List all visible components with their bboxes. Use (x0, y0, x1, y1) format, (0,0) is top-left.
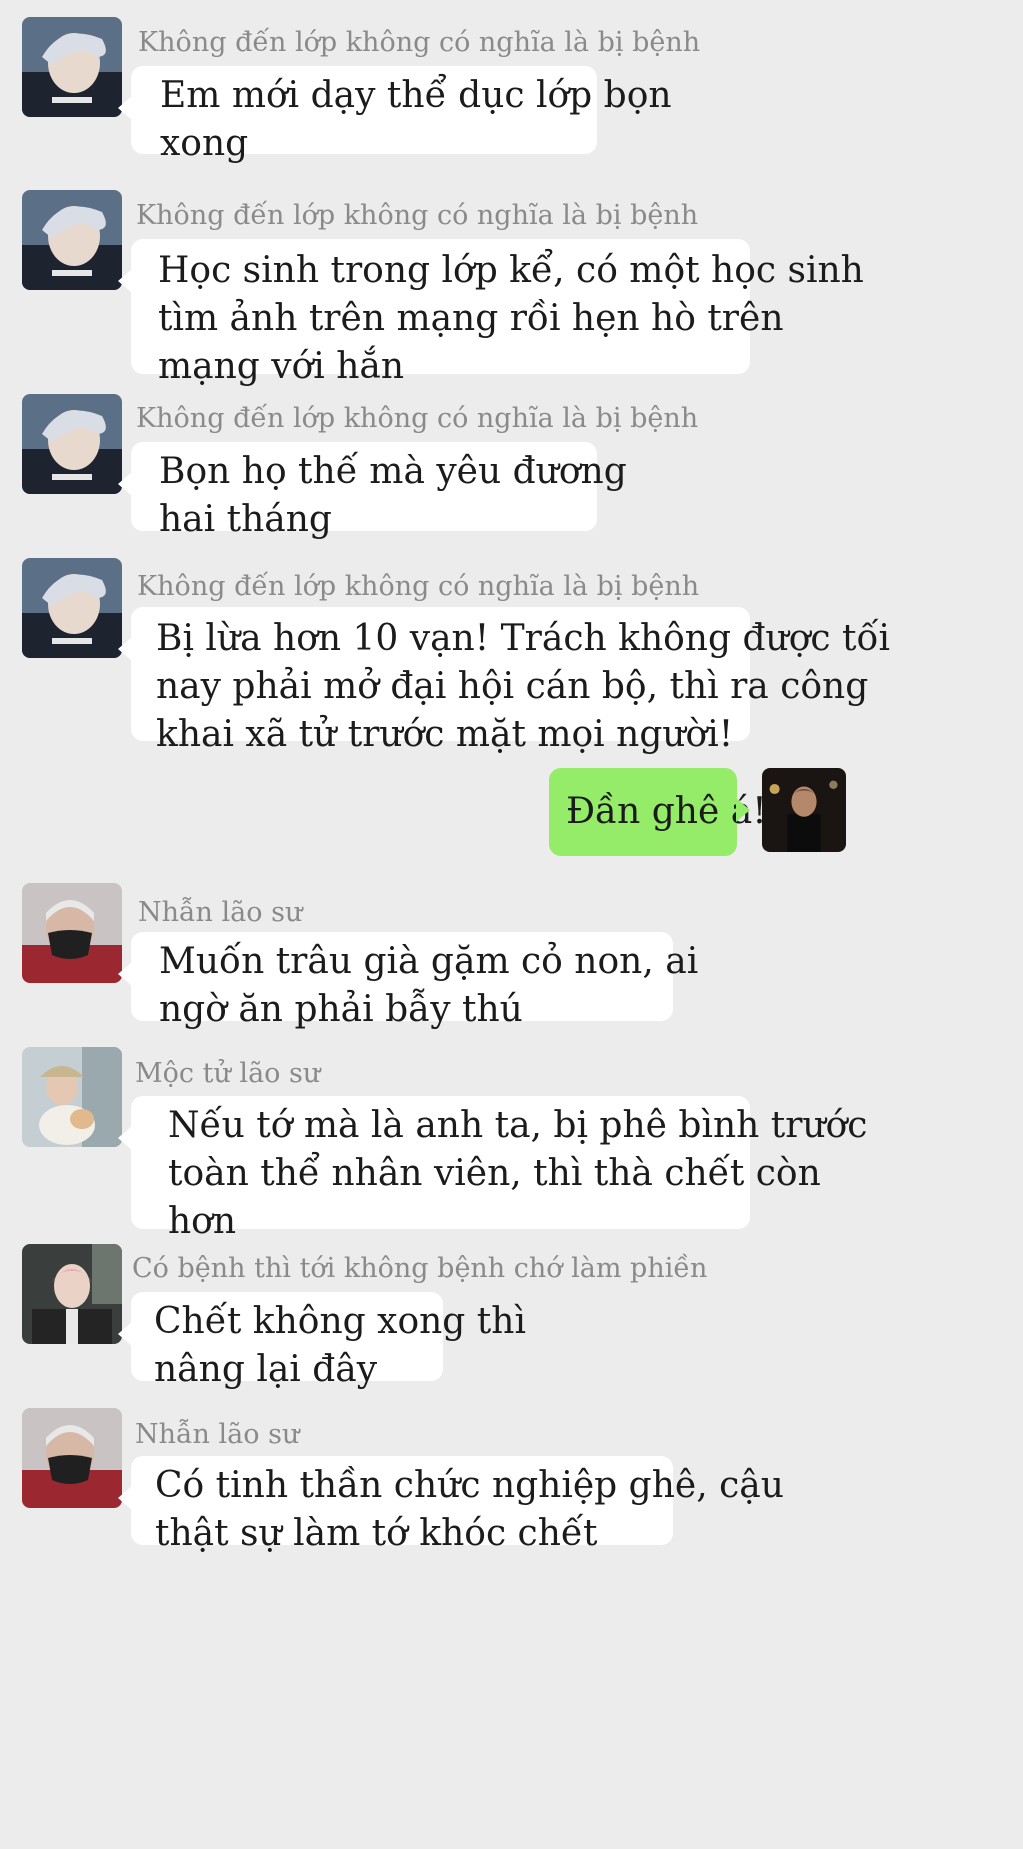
message-text: tìm ảnh trên mạng rồi hẹn hò trên (158, 298, 784, 339)
message-bubble[interactable]: Em mới dạy thể dục lớp bọn xong (118, 66, 672, 164)
message-text: khai xã tử trước mặt mọi người! (156, 714, 734, 755)
message-text: Nếu tớ mà là anh ta, bị phê bình trước (168, 1105, 868, 1146)
message-bubble[interactable]: Chết không xong thì nâng lại đây (118, 1292, 526, 1390)
message-text: hơn (168, 1201, 237, 1242)
message-text: Học sinh trong lớp kể, có một học sinh (158, 250, 864, 291)
message-text: toàn thể nhân viên, thì thà chết còn (168, 1153, 821, 1194)
message-text: Bọn họ thế mà yêu đương (159, 451, 627, 492)
sender-name: Nhẫn lão sư (135, 1419, 300, 1450)
avatar-silver-hair[interactable] (22, 558, 122, 658)
message-text: nâng lại đây (154, 1349, 378, 1390)
message-text: Chết không xong thì (154, 1301, 526, 1342)
avatar-silver-hair[interactable] (22, 190, 122, 290)
message-text: Có tinh thần chức nghiệp ghê, cậu (155, 1465, 784, 1506)
message-text: nay phải mở đại hội cán bộ, thì ra công (156, 666, 869, 707)
message-bubble[interactable]: Bị lừa hơn 10 vạn! Trách không được tối … (118, 607, 890, 755)
avatar-silver-hair[interactable] (22, 394, 122, 494)
sender-name: Không đến lớp không có nghĩa là bị bệnh (136, 200, 699, 231)
sender-name: Có bệnh thì tới không bệnh chớ làm phiền (132, 1253, 708, 1284)
avatar-cat-hat[interactable] (22, 1047, 122, 1147)
sender-name: Mộc tử lão sư (135, 1058, 321, 1089)
message-bubble[interactable]: Muốn trâu già gặm cỏ non, ai ngờ ăn phải… (118, 932, 699, 1030)
message-bubble[interactable]: Có tinh thần chức nghiệp ghê, cậu thật s… (118, 1456, 784, 1554)
message-text: Em mới dạy thể dục lớp bọn (160, 75, 672, 116)
avatar-silver-hair[interactable] (22, 17, 122, 117)
avatar-masked-face[interactable] (22, 1408, 122, 1508)
avatar-pink-hair[interactable] (22, 1244, 122, 1344)
avatar-masked-face[interactable] (22, 883, 122, 983)
message-bubble[interactable]: Học sinh trong lớp kể, có một học sinh t… (118, 239, 864, 387)
message-text: Đần ghê á! (566, 791, 767, 832)
sender-name: Không đến lớp không có nghĩa là bị bệnh (138, 27, 701, 58)
message-text: ngờ ăn phải bẫy thú (159, 989, 523, 1030)
message-bubble-mine[interactable]: Đần ghê á! (549, 768, 767, 856)
message-bubble[interactable]: Bọn họ thế mà yêu đương hai tháng (118, 442, 627, 540)
message-text: xong (160, 123, 249, 164)
sender-name: Nhẫn lão sư (138, 897, 303, 928)
sender-name: Không đến lớp không có nghĩa là bị bệnh (136, 403, 699, 434)
message-text: thật sự làm tớ khóc chết (155, 1513, 598, 1554)
avatar-night-portrait[interactable] (762, 768, 846, 852)
message-text: Muốn trâu già gặm cỏ non, ai (159, 941, 699, 982)
message-text: Bị lừa hơn 10 vạn! Trách không được tối (156, 618, 890, 659)
message-text: hai tháng (159, 499, 332, 540)
message-bubble[interactable]: Nếu tớ mà là anh ta, bị phê bình trước t… (118, 1096, 868, 1242)
message-text: mạng với hắn (158, 346, 405, 387)
sender-name: Không đến lớp không có nghĩa là bị bệnh (137, 571, 700, 602)
